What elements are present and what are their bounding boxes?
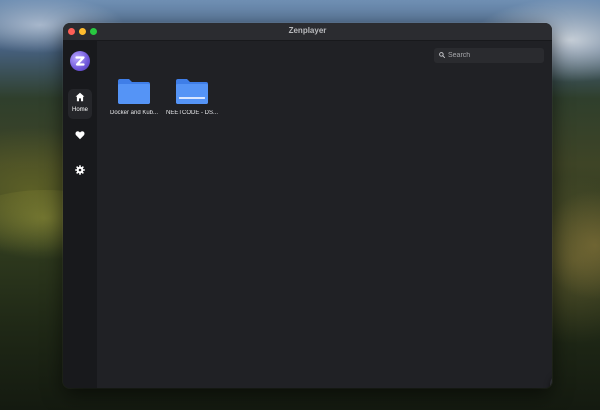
zenplayer-logo-icon[interactable] <box>70 51 90 71</box>
folder-item[interactable]: Docker and Kub... <box>104 77 164 121</box>
add-button[interactable] <box>550 372 552 388</box>
title-bar[interactable]: Zenplayer <box>63 23 552 41</box>
gear-icon <box>75 165 85 175</box>
sidebar-item-settings[interactable] <box>68 158 92 182</box>
folder-label: NEETCODE - DS... <box>165 110 218 116</box>
folder-icon <box>176 79 208 104</box>
sidebar: Home <box>63 41 97 388</box>
app-window: Zenplayer Home Search Docker and Kub... … <box>63 23 552 388</box>
folder-label: Docker and Kub... <box>109 110 159 116</box>
window-title: Zenplayer <box>288 26 327 35</box>
search-box[interactable] <box>434 48 544 63</box>
main-content: Docker and Kub... NEETCODE - DS... <box>97 41 552 388</box>
sidebar-item-label: Home <box>71 107 88 113</box>
home-icon <box>75 92 85 102</box>
sidebar-item-home[interactable]: Home <box>68 89 92 119</box>
search-input[interactable] <box>448 49 538 62</box>
folder-icon <box>118 79 150 104</box>
folder-item[interactable]: NEETCODE - DS... <box>162 77 222 121</box>
heart-icon <box>75 131 85 140</box>
search-icon <box>439 52 445 58</box>
sidebar-item-favorites[interactable] <box>68 123 92 147</box>
